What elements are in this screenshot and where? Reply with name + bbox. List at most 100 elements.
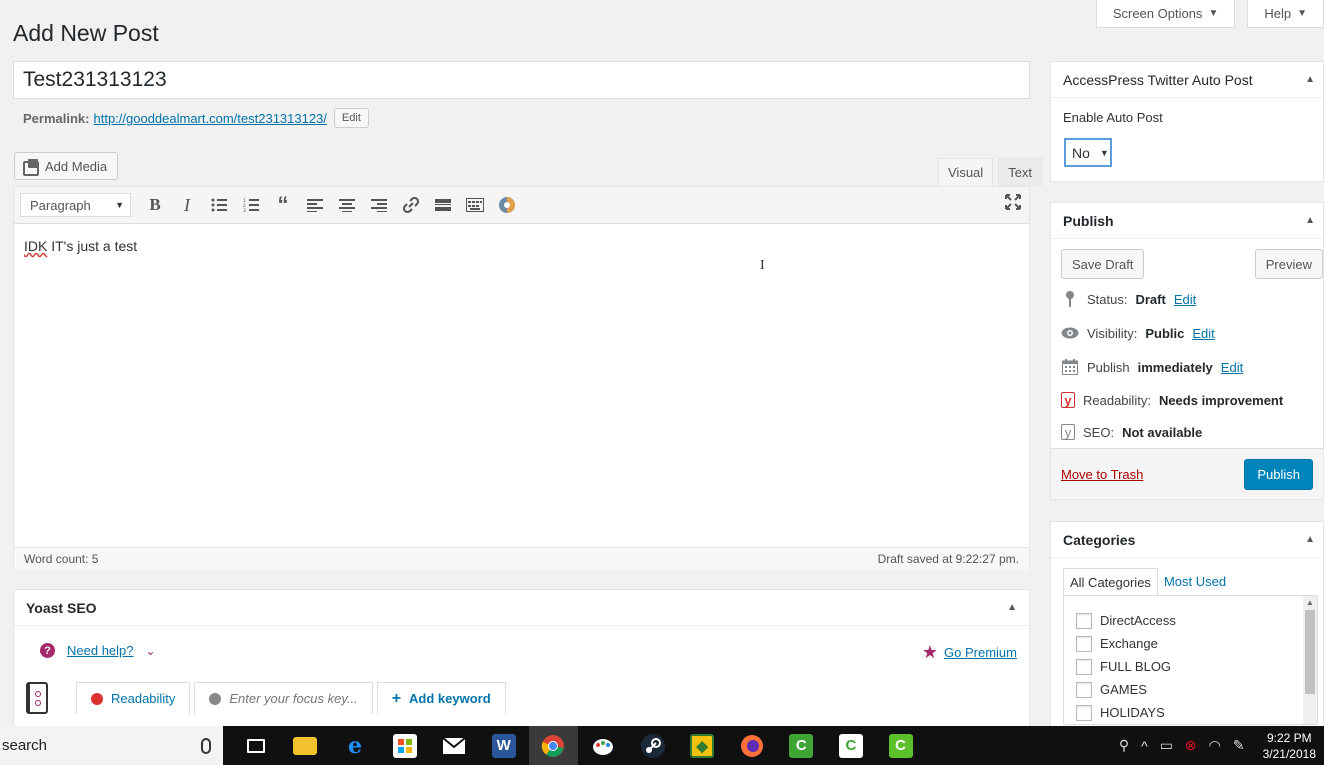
list-item[interactable]: DirectAccess (1064, 609, 1317, 632)
italic-icon[interactable]: I (171, 191, 203, 219)
clock[interactable]: 9:22 PM 3/21/2018 (1263, 730, 1316, 762)
camtasia-editor-icon[interactable]: C (876, 726, 926, 765)
store-icon[interactable] (380, 726, 430, 765)
readability-row: y Readability: Needs improvement (1061, 392, 1283, 408)
caret-down-icon: ▼ (1099, 147, 1109, 158)
category-checkbox[interactable] (1076, 658, 1092, 675)
plugin-icon[interactable] (491, 191, 523, 219)
list-item[interactable]: HOLIDAYS (1064, 701, 1317, 724)
toolbar-toggle-icon[interactable] (459, 191, 491, 219)
link-icon[interactable] (395, 191, 427, 219)
add-media-button[interactable]: Add Media (14, 152, 119, 180)
task-view-icon[interactable] (231, 726, 281, 765)
visibility-edit-link[interactable]: Edit (1192, 326, 1214, 341)
screen-options-button[interactable]: Screen Options ▼ (1095, 0, 1236, 28)
category-checkbox[interactable] (1076, 681, 1092, 698)
bulleted-list-icon[interactable] (203, 191, 235, 219)
add-keyword-button[interactable]: + Add keyword (376, 682, 506, 714)
scrollbar-thumb[interactable] (1305, 610, 1315, 694)
go-premium-link[interactable]: Go Premium (944, 645, 1017, 660)
yellow-app-icon[interactable]: ◆ (677, 726, 727, 765)
permalink-edit-button[interactable]: Edit (333, 108, 369, 128)
read-more-icon[interactable] (427, 191, 459, 219)
collapse-toggle-icon[interactable]: ▲ (1007, 602, 1017, 613)
network-error-icon[interactable]: ⊗ (1185, 737, 1197, 754)
chevron-down-icon[interactable]: ⌄ (146, 644, 156, 658)
collapse-toggle-icon[interactable]: ▲ (1305, 215, 1315, 226)
publish-footer: Move to Trash Publish (1051, 448, 1323, 499)
publish-box: Publish ▲ Save Draft Preview Status: Draf… (1050, 202, 1324, 500)
tab-all-categories[interactable]: All Categories (1063, 568, 1158, 597)
twitter-box-header[interactable]: AccessPress Twitter Auto Post ▲ (1051, 62, 1323, 98)
enable-auto-post-select[interactable]: No ▼ (1064, 138, 1112, 167)
tab-text[interactable]: Text (998, 158, 1043, 186)
file-explorer-icon[interactable] (281, 726, 331, 765)
align-center-icon[interactable] (331, 191, 363, 219)
list-item[interactable]: FULL BLOG (1064, 655, 1317, 678)
wifi-icon[interactable]: ◠ (1209, 737, 1221, 754)
tab-visual[interactable]: Visual (938, 158, 994, 186)
categories-box-header[interactable]: Categories ▲ (1051, 522, 1323, 558)
chevron-up-icon[interactable]: ^ (1141, 738, 1148, 754)
yoast-seo-icon: y (1061, 424, 1075, 440)
seo-value: Not available (1122, 424, 1203, 440)
permalink-link[interactable]: http://gooddealmart.com/test231313123/ (93, 111, 326, 126)
steam-icon[interactable] (628, 726, 678, 765)
category-checkbox[interactable] (1076, 612, 1092, 629)
status-edit-link[interactable]: Edit (1174, 292, 1196, 307)
numbered-list-icon[interactable]: 123 (235, 191, 267, 219)
category-checkbox[interactable] (1076, 704, 1092, 721)
page-title: Add New Post (13, 20, 159, 46)
category-scrollbar[interactable]: ▲ (1303, 596, 1317, 724)
clock-date: 3/21/2018 (1262, 746, 1316, 761)
mail-icon[interactable] (429, 726, 479, 765)
seo-label: SEO: (1083, 424, 1115, 440)
save-draft-button[interactable]: Save Draft (1061, 249, 1145, 279)
post-title-input[interactable] (13, 61, 1030, 99)
microphone-icon[interactable] (201, 737, 211, 754)
category-checkbox[interactable] (1076, 635, 1092, 652)
collapse-toggle-icon[interactable]: ▲ (1305, 534, 1315, 545)
people-icon[interactable]: ⚲ (1119, 737, 1129, 754)
firefox-icon[interactable] (727, 726, 777, 765)
taskbar-search[interactable]: search (0, 726, 223, 765)
battery-icon[interactable]: ▭ (1160, 737, 1173, 754)
twitter-box-title: AccessPress Twitter Auto Post (1063, 71, 1253, 88)
autosave-status: Draft saved at 9:22:27 pm. (877, 552, 1019, 566)
list-item[interactable]: GAMES (1064, 678, 1317, 701)
tab-most-used[interactable]: Most Used (1158, 568, 1232, 597)
edge-icon[interactable]: e (330, 726, 380, 765)
paint-icon[interactable] (578, 726, 628, 765)
category-checklist: DirectAccess Exchange FULL BLOG GAMES HO… (1063, 595, 1318, 725)
format-select[interactable]: Paragraph ▼ (20, 193, 131, 217)
preview-button[interactable]: Preview (1254, 249, 1323, 279)
need-help-link[interactable]: Need help? (67, 643, 134, 658)
publish-box-title: Publish (1063, 212, 1114, 229)
tab-focus-keyword[interactable]: Enter your focus key... (194, 682, 373, 714)
screen-options-label: Screen Options (1112, 6, 1203, 21)
align-right-icon[interactable] (363, 191, 395, 219)
help-button[interactable]: Help ▼ (1247, 0, 1324, 28)
word-icon[interactable]: W (479, 726, 529, 765)
align-left-icon[interactable] (299, 191, 331, 219)
publish-edit-link[interactable]: Edit (1221, 360, 1243, 375)
fullscreen-icon[interactable] (1005, 194, 1021, 215)
camtasia-recorder-icon[interactable]: C (826, 726, 876, 765)
chrome-icon[interactable] (528, 726, 579, 765)
publish-box-header[interactable]: Publish ▲ (1051, 203, 1323, 239)
move-to-trash-link[interactable]: Move to Trash (1061, 467, 1143, 482)
editor-content[interactable]: IDK IT's just a test I (14, 224, 1029, 547)
collapse-toggle-icon[interactable]: ▲ (1305, 74, 1315, 85)
bold-icon[interactable]: B (139, 191, 171, 219)
svg-text:3: 3 (243, 208, 246, 212)
pen-icon[interactable]: ✎ (1233, 737, 1245, 754)
yoast-header[interactable]: Yoast SEO ▲ (14, 590, 1029, 626)
scroll-up-icon[interactable]: ▲ (1306, 598, 1314, 607)
windows-taskbar: search e W ◆ C C C ⚲ ^ ▭ ⊗ ◠ ✎ 9:22 PM 3… (0, 726, 1324, 765)
camtasia-icon[interactable]: C (777, 726, 827, 765)
tab-readability[interactable]: Readability (76, 682, 191, 714)
list-item[interactable]: Exchange (1064, 632, 1317, 655)
format-select-value: Paragraph (30, 197, 91, 213)
publish-button[interactable]: Publish (1244, 458, 1313, 490)
blockquote-icon[interactable]: “ (267, 191, 299, 219)
